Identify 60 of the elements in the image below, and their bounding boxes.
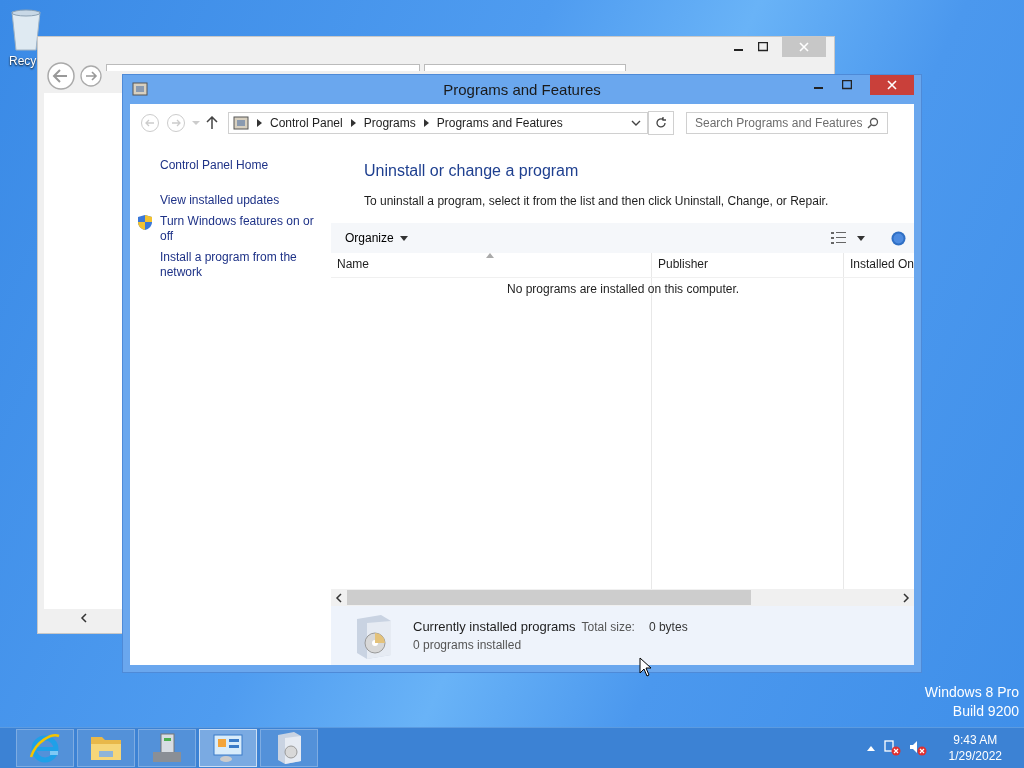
program-count: 0 programs installed [413,638,523,652]
recycle-bin-icon[interactable] [9,8,43,52]
address-field[interactable] [106,64,420,71]
up-arrow-icon[interactable] [206,116,218,130]
mouse-cursor [639,657,652,677]
browser-icon [28,731,62,765]
search-icon[interactable] [867,117,879,129]
refresh-button[interactable] [648,111,674,135]
caret-icon[interactable] [399,235,408,241]
scroll-right-icon[interactable] [902,592,910,603]
horizontal-scrollbar[interactable] [331,589,914,606]
window-icon [132,81,148,97]
total-size-value: 0 bytes [648,620,688,634]
server-icon [150,731,184,765]
organize-button[interactable]: Organize [337,229,416,247]
scroll-left-icon[interactable] [80,613,88,623]
clock-date[interactable]: 1/29/2022 [948,749,1002,763]
close-icon[interactable] [887,80,897,90]
page-heading: Uninstall or change a program [364,162,580,180]
network-error-icon[interactable] [882,740,901,756]
chevron-icon[interactable] [350,119,356,127]
clock-time[interactable]: 9:43 AM [953,733,998,747]
chevron-icon[interactable] [257,119,262,127]
shield-icon [136,214,154,231]
show-hidden-icons-icon[interactable] [866,745,875,751]
sidebar-link[interactable]: Control Panel Home [160,158,323,173]
dropdown-icon[interactable] [857,235,865,241]
speaker-muted-icon[interactable] [908,740,927,756]
details-title: Currently installed programs [413,619,576,634]
search-field[interactable]: Search Programs and Features [686,112,888,134]
sidebar-link[interactable]: View installed updates [160,193,280,208]
control-panel-icon [211,731,245,765]
refresh-icon[interactable] [655,117,667,129]
control-panel-icon [233,115,249,131]
column-header[interactable]: Name [331,253,651,277]
maximize-icon[interactable] [758,42,768,52]
chevron-icon[interactable] [423,119,429,127]
breadcrumb-item[interactable]: Programs [363,116,416,130]
sidebar-link[interactable]: Install a program from the network [160,250,323,280]
edition-text: Build 9200 [952,703,1019,719]
empty-message: No programs are installed on this computer. [507,282,740,296]
maximize-icon[interactable] [842,80,852,90]
taskbar-button[interactable] [260,729,318,767]
total-size-label: Total size: [581,620,635,634]
edition-text: Windows 8 Pro [924,684,1019,700]
close-button[interactable] [870,75,914,95]
taskbar-button[interactable] [199,729,257,767]
view-list-icon[interactable] [831,232,847,244]
breadcrumb-item[interactable]: Programs and Features [436,116,563,130]
back-icon[interactable] [46,61,76,91]
address-bar[interactable]: Control Panel Programs Programs and Features [228,112,648,134]
breadcrumb-item[interactable]: Control Panel [270,116,343,130]
scroll-left-icon[interactable] [335,592,343,603]
instructions-text: To uninstall a program, select it from the list and then click Uninstall, Change, or Repair. [364,194,830,208]
dropdown-icon[interactable] [631,119,641,127]
column-header[interactable]: Installed On [843,253,914,277]
column-header[interactable]: Publisher [651,253,843,277]
window-title: Programs and Features [443,81,601,98]
taskbar-button[interactable] [138,729,196,767]
sidebar-link[interactable]: Turn Windows features on or off [160,214,323,244]
